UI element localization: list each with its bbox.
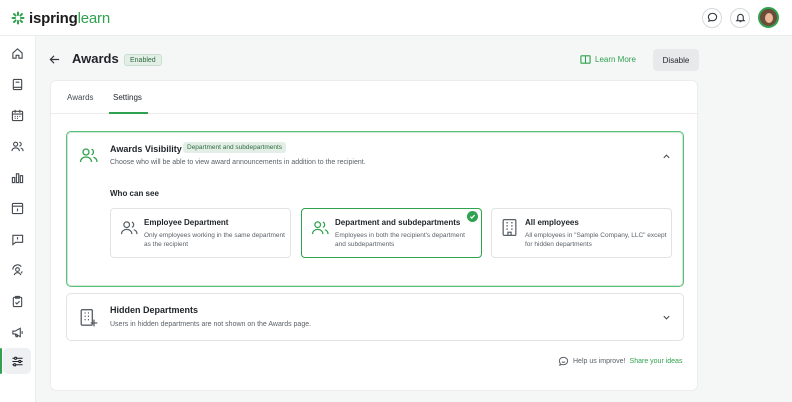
- option-all-employees[interactable]: All employees All employees in "Sample C…: [491, 208, 672, 258]
- tab-bar: Awards Settings: [51, 81, 699, 114]
- bell-icon: [735, 13, 745, 23]
- status-badge: Enabled: [124, 54, 162, 66]
- check-icon: [469, 214, 476, 219]
- chevron-up-icon[interactable]: [662, 152, 671, 161]
- home-icon: [11, 47, 23, 59]
- sidebar-item-users[interactable]: [3, 133, 31, 159]
- visibility-title: Awards Visibility: [110, 144, 182, 154]
- sidebar-item-calendar[interactable]: [3, 102, 31, 128]
- book-icon: [12, 78, 22, 90]
- sidebar: [0, 36, 36, 402]
- logo-sparkle-icon: [11, 11, 25, 25]
- sidebar-item-tasks[interactable]: [3, 288, 31, 314]
- visibility-description: Choose who will be able to view award an…: [110, 159, 366, 166]
- tab-active-indicator: [109, 112, 148, 114]
- top-bar: ispringlearn: [0, 0, 792, 36]
- notifications-button[interactable]: [730, 7, 750, 28]
- selected-check: [467, 211, 478, 222]
- book-open-icon: [580, 55, 591, 64]
- tab-awards[interactable]: Awards: [67, 93, 94, 102]
- building-icon: [502, 218, 517, 237]
- users-icon: [10, 141, 24, 151]
- option-title: Department and subdepartments: [335, 218, 461, 227]
- archive-icon: [11, 202, 23, 214]
- sidebar-item-settings[interactable]: [0, 348, 31, 374]
- settings-card: Awards Settings Awards Visibility Depart…: [50, 80, 699, 391]
- message-alert-icon: [11, 234, 23, 246]
- sliders-icon: [11, 356, 23, 366]
- learn-more-link[interactable]: Learn More: [580, 54, 636, 65]
- option-title: All employees: [525, 218, 579, 227]
- tab-settings[interactable]: Settings: [113, 93, 142, 102]
- learn-more-label: Learn More: [595, 55, 636, 64]
- back-button[interactable]: [49, 52, 60, 70]
- user-avatar[interactable]: [758, 7, 779, 28]
- page-header: Awards Enabled Learn More Disable: [36, 36, 792, 80]
- hidden-building-icon: [80, 309, 98, 327]
- visibility-badge: Department and subdepartments: [183, 142, 287, 153]
- sidebar-item-home[interactable]: [3, 40, 31, 66]
- sidebar-item-courses[interactable]: [3, 71, 31, 97]
- page-title: Awards: [72, 51, 119, 66]
- user-sync-icon: [11, 263, 23, 275]
- arrow-left-icon: [49, 55, 60, 64]
- users-icon: [311, 221, 329, 235]
- help-text: Help us improve!: [573, 358, 626, 365]
- sidebar-item-archive[interactable]: [3, 195, 31, 221]
- chevron-down-icon[interactable]: [662, 313, 671, 322]
- hidden-departments-panel[interactable]: Hidden Departments Users in hidden depar…: [66, 293, 684, 341]
- hidden-departments-title: Hidden Departments: [110, 305, 199, 315]
- share-ideas-link[interactable]: Share your ideas: [630, 358, 683, 365]
- sidebar-item-groups[interactable]: [3, 257, 31, 283]
- users-icon: [79, 148, 98, 163]
- option-title: Employee Department: [144, 218, 229, 227]
- chat-button[interactable]: [702, 7, 722, 28]
- awards-visibility-panel: Awards Visibility Department and subdepa…: [66, 131, 684, 287]
- option-employee-department[interactable]: Employee Department Only employees worki…: [110, 208, 291, 258]
- users-icon: [120, 221, 138, 235]
- option-description: Only employees working in the same depar…: [144, 232, 285, 248]
- chat-smile-icon: [558, 356, 569, 366]
- sidebar-item-reports[interactable]: [3, 164, 31, 190]
- calendar-icon: [11, 109, 23, 121]
- option-description: Employees in both the recipient's depart…: [335, 232, 465, 248]
- top-icons: [702, 7, 779, 28]
- clipboard-check-icon: [12, 295, 22, 307]
- who-can-see-label: Who can see: [110, 189, 159, 198]
- sidebar-item-feedback[interactable]: [3, 226, 31, 252]
- megaphone-icon: [11, 326, 23, 338]
- sidebar-item-announcements[interactable]: [3, 319, 31, 345]
- avatar-face: [765, 13, 773, 23]
- bar-chart-icon: [11, 172, 23, 183]
- option-department-and-subdepartments[interactable]: Department and subdepartments Employees …: [301, 208, 482, 258]
- logo-text: ispringlearn: [29, 9, 110, 27]
- option-description: All employees in "Sample Company, LLC" e…: [525, 232, 667, 248]
- hidden-departments-description: Users in hidden departments are not show…: [110, 321, 312, 328]
- disable-button[interactable]: Disable: [653, 49, 699, 71]
- feedback-footer: Help us improve! Share your ideas: [558, 356, 682, 367]
- ispring-logo[interactable]: ispringlearn: [11, 8, 110, 28]
- chat-icon: [707, 12, 717, 23]
